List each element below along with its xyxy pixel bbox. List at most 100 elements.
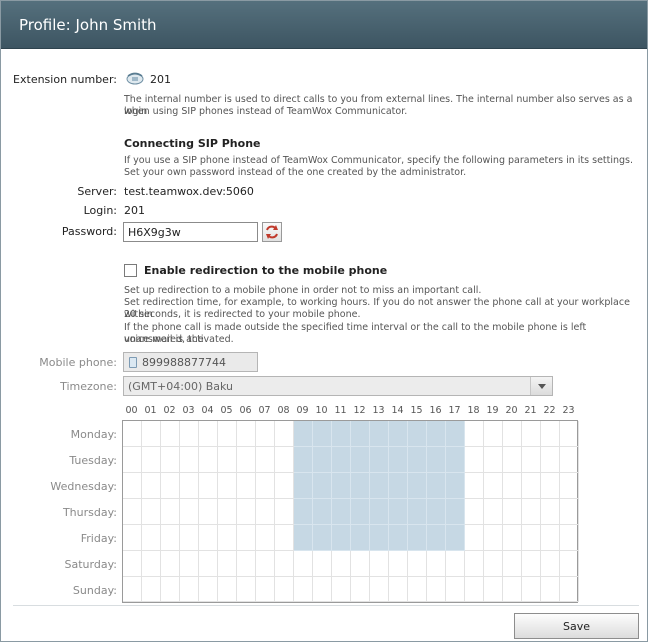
schedule-cell[interactable] [237, 499, 256, 525]
schedule-cell[interactable] [351, 525, 370, 551]
schedule-cell[interactable] [370, 525, 389, 551]
schedule-cell[interactable] [142, 551, 161, 577]
schedule-cell[interactable] [465, 499, 484, 525]
schedule-cell[interactable] [465, 577, 484, 602]
schedule-cell[interactable] [522, 421, 541, 447]
schedule-grid[interactable] [122, 420, 579, 603]
schedule-cell[interactable] [218, 577, 237, 602]
schedule-cell[interactable] [275, 551, 294, 577]
schedule-cell[interactable] [370, 421, 389, 447]
schedule-cell[interactable] [389, 447, 408, 473]
schedule-cell[interactable] [541, 525, 560, 551]
schedule-cell[interactable] [408, 551, 427, 577]
schedule-cell[interactable] [199, 473, 218, 499]
schedule-cell[interactable] [180, 577, 199, 602]
schedule-cell[interactable] [351, 447, 370, 473]
schedule-cell[interactable] [541, 473, 560, 499]
schedule-cell[interactable] [522, 447, 541, 473]
schedule-cell[interactable] [313, 499, 332, 525]
redirection-checkbox[interactable] [124, 264, 137, 277]
schedule-cell[interactable] [351, 577, 370, 602]
schedule-cell[interactable] [294, 447, 313, 473]
schedule-cell[interactable] [370, 473, 389, 499]
schedule-cell[interactable] [522, 473, 541, 499]
schedule-cell[interactable] [332, 447, 351, 473]
schedule-cell[interactable] [180, 499, 199, 525]
schedule-cell[interactable] [123, 499, 142, 525]
schedule-cell[interactable] [541, 421, 560, 447]
schedule-cell[interactable] [180, 447, 199, 473]
schedule-cell[interactable] [294, 577, 313, 602]
schedule-cell[interactable] [142, 421, 161, 447]
schedule-cell[interactable] [294, 525, 313, 551]
schedule-cell[interactable] [161, 525, 180, 551]
schedule-cell[interactable] [484, 421, 503, 447]
schedule-cell[interactable] [256, 473, 275, 499]
schedule-cell[interactable] [427, 551, 446, 577]
schedule-cell[interactable] [408, 421, 427, 447]
schedule-cell[interactable] [313, 421, 332, 447]
schedule-cell[interactable] [332, 421, 351, 447]
schedule-cell[interactable] [446, 473, 465, 499]
schedule-cell[interactable] [275, 525, 294, 551]
schedule-cell[interactable] [484, 525, 503, 551]
schedule-cell[interactable] [313, 551, 332, 577]
schedule-cell[interactable] [237, 447, 256, 473]
schedule-cell[interactable] [332, 577, 351, 602]
schedule-cell[interactable] [484, 473, 503, 499]
schedule-cell[interactable] [541, 499, 560, 525]
schedule-cell[interactable] [142, 447, 161, 473]
schedule-cell[interactable] [218, 473, 237, 499]
schedule-cell[interactable] [427, 421, 446, 447]
schedule-cell[interactable] [275, 421, 294, 447]
schedule-cell[interactable] [503, 577, 522, 602]
schedule-cell[interactable] [256, 577, 275, 602]
schedule-cell[interactable] [465, 525, 484, 551]
schedule-cell[interactable] [180, 551, 199, 577]
timezone-select[interactable]: (GMT+04:00) Baku [123, 376, 553, 396]
schedule-cell[interactable] [503, 499, 522, 525]
schedule-cell[interactable] [313, 473, 332, 499]
schedule-cell[interactable] [256, 447, 275, 473]
schedule-cell[interactable] [427, 473, 446, 499]
schedule-cell[interactable] [446, 525, 465, 551]
regenerate-password-button[interactable] [262, 222, 282, 242]
schedule-cell[interactable] [389, 473, 408, 499]
schedule-cell[interactable] [408, 473, 427, 499]
schedule-cell[interactable] [351, 421, 370, 447]
schedule-cell[interactable] [161, 551, 180, 577]
schedule-cell[interactable] [408, 447, 427, 473]
schedule-cell[interactable] [389, 421, 408, 447]
schedule-cell[interactable] [484, 447, 503, 473]
schedule-cell[interactable] [351, 551, 370, 577]
schedule-cell[interactable] [237, 525, 256, 551]
schedule-cell[interactable] [218, 551, 237, 577]
schedule-cell[interactable] [370, 499, 389, 525]
schedule-cell[interactable] [541, 577, 560, 602]
schedule-cell[interactable] [408, 525, 427, 551]
schedule-cell[interactable] [332, 525, 351, 551]
schedule-cell[interactable] [465, 551, 484, 577]
schedule-cell[interactable] [199, 525, 218, 551]
schedule-cell[interactable] [256, 525, 275, 551]
schedule-cell[interactable] [446, 447, 465, 473]
schedule-cell[interactable] [522, 525, 541, 551]
schedule-cell[interactable] [123, 577, 142, 602]
schedule-cell[interactable] [180, 421, 199, 447]
schedule-cell[interactable] [218, 447, 237, 473]
schedule-cell[interactable] [560, 421, 579, 447]
mobile-phone-input[interactable]: 899988877744 [123, 352, 258, 372]
schedule-cell[interactable] [199, 577, 218, 602]
schedule-cell[interactable] [237, 421, 256, 447]
schedule-cell[interactable] [446, 421, 465, 447]
schedule-cell[interactable] [161, 473, 180, 499]
schedule-cell[interactable] [275, 447, 294, 473]
schedule-cell[interactable] [427, 499, 446, 525]
schedule-cell[interactable] [332, 473, 351, 499]
schedule-cell[interactable] [370, 447, 389, 473]
schedule-cell[interactable] [218, 499, 237, 525]
schedule-cell[interactable] [161, 421, 180, 447]
schedule-cell[interactable] [446, 499, 465, 525]
schedule-cell[interactable] [218, 421, 237, 447]
schedule-cell[interactable] [408, 577, 427, 602]
